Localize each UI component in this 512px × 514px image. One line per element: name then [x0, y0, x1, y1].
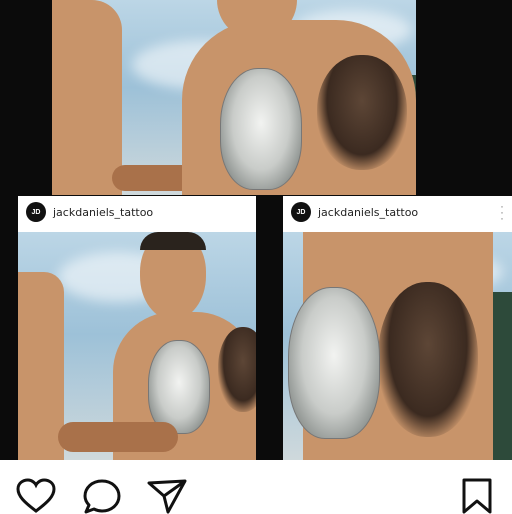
post-photo	[18, 232, 256, 460]
comment-icon[interactable]	[82, 478, 122, 514]
share-icon[interactable]	[146, 478, 188, 514]
post-card-left[interactable]: JD jackdaniels_tattoo	[18, 196, 256, 460]
more-options-icon[interactable]: · · ·	[500, 200, 504, 224]
post-photo	[283, 232, 512, 460]
post-header: JD jackdaniels_tattoo	[18, 196, 256, 228]
bookmark-icon[interactable]	[460, 478, 494, 514]
photo-collage: JD jackdaniels_tattoo JD jackdaniels_tat…	[0, 0, 512, 460]
post-card-right[interactable]: JD jackdaniels_tattoo · · ·	[283, 196, 512, 460]
top-photo	[52, 0, 416, 195]
avatar[interactable]: JD	[291, 202, 311, 222]
username[interactable]: jackdaniels_tattoo	[318, 206, 418, 219]
post-header: JD jackdaniels_tattoo · · ·	[283, 196, 512, 228]
heart-icon[interactable]	[16, 478, 56, 514]
avatar[interactable]: JD	[26, 202, 46, 222]
username[interactable]: jackdaniels_tattoo	[53, 206, 153, 219]
post-action-bar	[0, 460, 512, 514]
